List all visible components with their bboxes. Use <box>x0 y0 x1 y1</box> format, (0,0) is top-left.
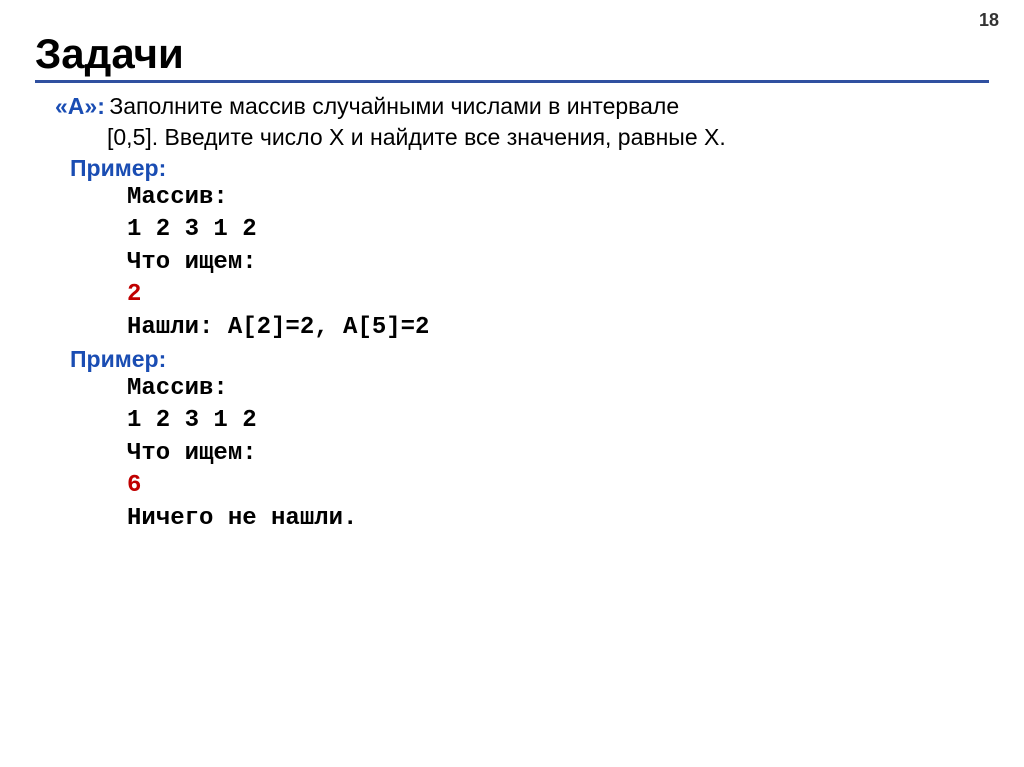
example1-line5: Нашли: A[2]=2, A[5]=2 <box>127 312 989 344</box>
task-label: «A»: <box>55 93 105 119</box>
example1-line3: Что ищем: <box>127 247 989 279</box>
example2-input: 6 <box>127 470 989 502</box>
example1-line2: 1 2 3 1 2 <box>127 214 989 246</box>
example2-line1: Массив: <box>127 373 989 405</box>
example1-label: Пример: <box>70 155 989 182</box>
example2-label: Пример: <box>70 346 989 373</box>
example2-line2: 1 2 3 1 2 <box>127 405 989 437</box>
task-text-line2: [0,5]. Введите число X и найдите все зна… <box>107 122 989 153</box>
example2-line5: Ничего не нашли. <box>127 503 989 535</box>
example1-input: 2 <box>127 279 989 311</box>
example2-line3: Что ищем: <box>127 438 989 470</box>
example1-line1: Массив: <box>127 182 989 214</box>
page-title: Задачи <box>35 30 989 83</box>
task-description: «A»: Заполните массив случайными числами… <box>55 91 989 122</box>
task-text-line1: Заполните массив случайными числами в ин… <box>109 93 679 119</box>
page-number: 18 <box>979 10 999 31</box>
